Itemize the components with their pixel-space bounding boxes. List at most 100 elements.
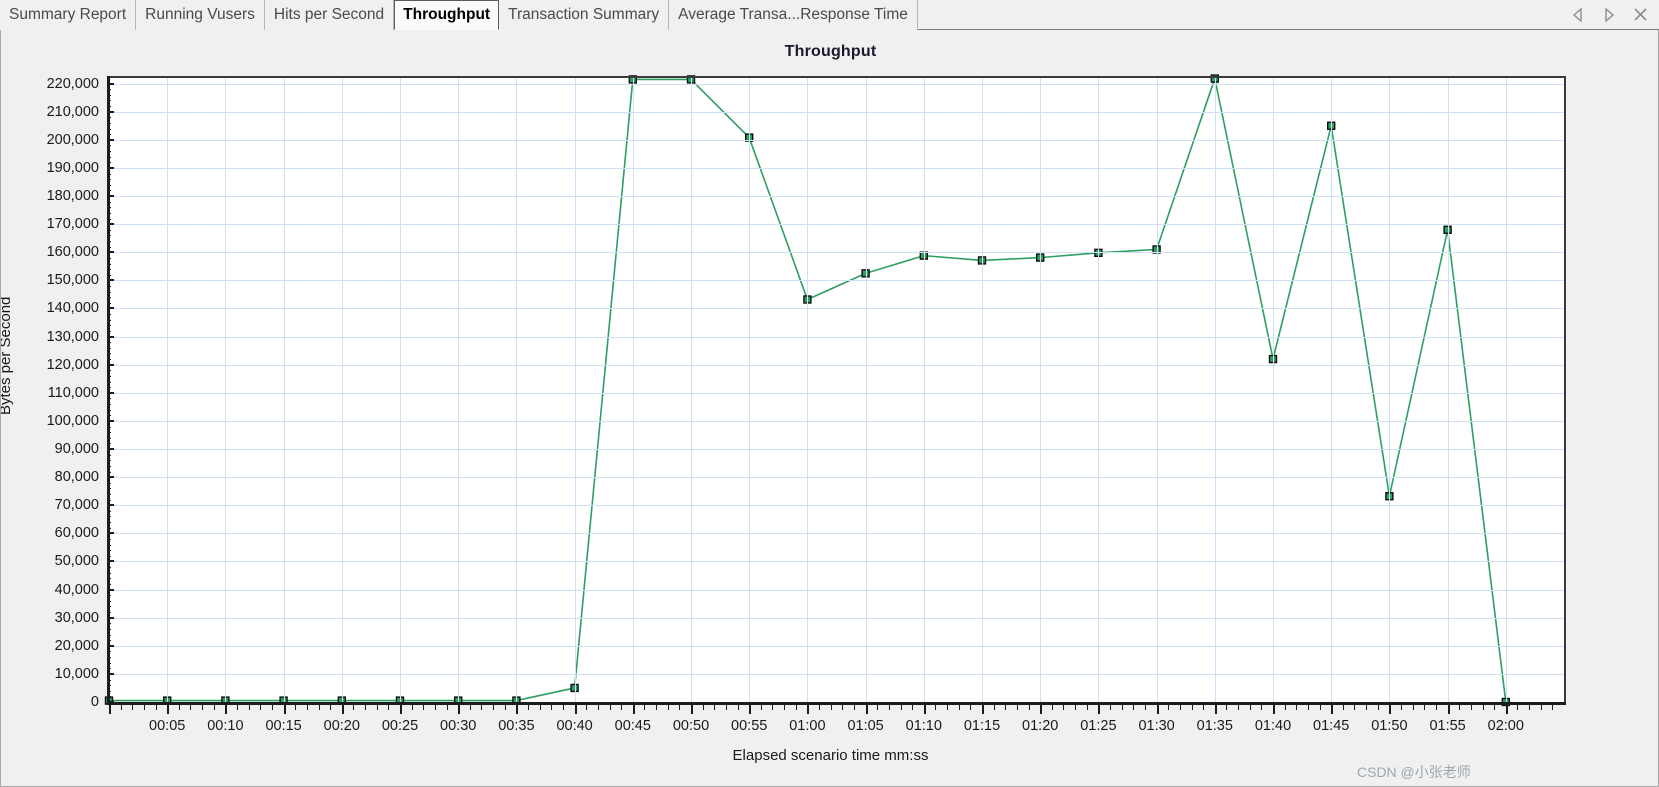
plot-border-right bbox=[1564, 76, 1566, 704]
x-axis-label: 01:35 bbox=[1196, 718, 1233, 734]
x-axis-minor-tick bbox=[1424, 705, 1426, 710]
y-axis-minor-tick bbox=[107, 426, 111, 428]
tab-summary-report[interactable]: Summary Report bbox=[0, 0, 137, 30]
x-axis-label: 00:25 bbox=[381, 718, 419, 734]
close-icon[interactable] bbox=[1631, 6, 1649, 24]
gridline-horizontal bbox=[109, 645, 1564, 647]
x-axis-minor-tick bbox=[1319, 705, 1321, 710]
x-axis-minor-tick bbox=[330, 705, 332, 710]
x-axis-minor-tick bbox=[178, 705, 180, 710]
gridline-vertical bbox=[1273, 78, 1274, 702]
y-axis-minor-tick bbox=[107, 482, 111, 484]
y-axis-tick bbox=[107, 335, 114, 338]
x-axis-minor-tick bbox=[248, 705, 250, 710]
x-axis-label: 01:10 bbox=[905, 718, 942, 734]
x-axis-minor-tick bbox=[1412, 705, 1414, 710]
scroll-tabs-left-icon[interactable] bbox=[1569, 6, 1587, 24]
gridline-vertical bbox=[1331, 78, 1333, 702]
tab-throughput[interactable]: Throughput bbox=[394, 0, 500, 30]
x-axis-tick bbox=[167, 705, 170, 714]
y-axis-minor-tick bbox=[107, 516, 111, 518]
x-axis-minor-tick bbox=[772, 705, 774, 710]
x-axis-minor-tick bbox=[1296, 705, 1298, 710]
x-axis-minor-tick bbox=[1401, 705, 1403, 710]
gridline-vertical bbox=[341, 78, 343, 702]
y-axis-minor-tick bbox=[107, 94, 111, 96]
x-axis-minor-tick bbox=[1342, 705, 1344, 710]
x-axis-minor-tick bbox=[656, 705, 658, 710]
x-axis-minor-tick bbox=[271, 705, 273, 710]
gridline-horizontal bbox=[109, 673, 1564, 675]
x-axis-minor-tick bbox=[1110, 705, 1112, 710]
x-axis-minor-tick bbox=[830, 705, 832, 710]
x-axis-label: 01:15 bbox=[963, 718, 1001, 734]
x-axis-minor-tick bbox=[702, 705, 704, 710]
x-axis-minor-tick bbox=[1482, 705, 1484, 710]
y-axis-label: 130,000 bbox=[46, 328, 99, 345]
x-axis-minor-tick bbox=[493, 705, 495, 710]
x-axis-minor-tick bbox=[795, 705, 797, 710]
x-axis-minor-tick bbox=[376, 705, 378, 710]
y-axis-tick bbox=[107, 82, 114, 85]
y-axis-minor-tick bbox=[107, 471, 111, 473]
x-axis-minor-tick bbox=[888, 705, 890, 710]
y-axis-label: 30,000 bbox=[54, 609, 99, 626]
x-axis-minor-tick bbox=[562, 705, 564, 710]
y-axis-minor-tick bbox=[107, 106, 111, 108]
x-axis-minor-tick bbox=[318, 705, 320, 710]
y-axis-tick bbox=[107, 223, 114, 226]
watermark: CSDN @小张老师 bbox=[1357, 764, 1471, 780]
x-axis-minor-tick bbox=[1552, 705, 1554, 710]
y-axis-tick bbox=[107, 307, 114, 310]
x-axis-label: 01:20 bbox=[1022, 718, 1059, 734]
x-axis-minor-tick bbox=[586, 705, 588, 710]
y-axis-tick bbox=[107, 363, 114, 366]
x-axis-tick bbox=[1040, 705, 1043, 714]
x-axis-minor-tick bbox=[132, 705, 134, 710]
y-axis-label: 0 bbox=[90, 694, 99, 710]
x-axis-minor-tick bbox=[1435, 705, 1437, 710]
x-axis-minor-tick bbox=[1168, 705, 1170, 710]
y-axis-minor-tick bbox=[107, 600, 111, 602]
x-axis-minor-tick bbox=[306, 705, 308, 710]
x-axis-label: 01:25 bbox=[1080, 718, 1117, 734]
x-axis-tick bbox=[225, 705, 228, 714]
x-axis-label: 01:00 bbox=[789, 718, 826, 734]
tab-running-vusers[interactable]: Running Vusers bbox=[136, 0, 265, 30]
y-axis-minor-tick bbox=[107, 583, 111, 585]
gridline-vertical bbox=[1098, 78, 1100, 702]
y-axis-tick bbox=[107, 391, 114, 394]
tab-transaction-summary[interactable]: Transaction Summary bbox=[499, 0, 670, 30]
x-axis-minor-tick bbox=[388, 705, 390, 710]
tab-average-transa-response-time[interactable]: Average Transa...Response Time bbox=[669, 0, 918, 30]
y-axis-tick bbox=[107, 476, 114, 479]
y-axis-minor-tick bbox=[107, 685, 111, 687]
x-axis-minor-tick bbox=[202, 705, 204, 710]
gridline-horizontal bbox=[109, 364, 1564, 366]
x-axis-label: 01:50 bbox=[1371, 718, 1408, 734]
plot-border-top bbox=[109, 76, 1566, 78]
x-axis-minor-tick bbox=[423, 705, 425, 710]
x-axis-tick bbox=[516, 705, 519, 714]
y-axis-minor-tick bbox=[107, 263, 111, 265]
y-axis-tick bbox=[107, 138, 114, 141]
x-axis-label: 00:50 bbox=[672, 718, 710, 734]
x-axis-minor-tick bbox=[1203, 705, 1205, 710]
x-axis-minor-tick bbox=[1284, 705, 1286, 710]
x-axis-label: 00:30 bbox=[440, 718, 477, 734]
tab-hits-per-second[interactable]: Hits per Second bbox=[264, 0, 395, 30]
y-axis-minor-tick bbox=[107, 409, 111, 411]
gridline-horizontal bbox=[109, 336, 1564, 338]
x-axis-tick bbox=[1156, 705, 1159, 714]
x-axis-minor-tick bbox=[993, 705, 995, 710]
gridline-vertical bbox=[574, 78, 576, 702]
scroll-tabs-right-icon[interactable] bbox=[1600, 6, 1618, 24]
x-axis-minor-tick bbox=[1377, 705, 1379, 710]
x-axis-minor-tick bbox=[597, 705, 599, 710]
y-axis-minor-tick bbox=[107, 330, 111, 332]
y-axis-minor-tick bbox=[107, 572, 111, 574]
gridline-horizontal bbox=[109, 449, 1564, 451]
y-axis-minor-tick bbox=[107, 595, 111, 597]
plot-area[interactable] bbox=[104, 74, 1564, 707]
tab-label: Transaction Summary bbox=[508, 6, 660, 23]
